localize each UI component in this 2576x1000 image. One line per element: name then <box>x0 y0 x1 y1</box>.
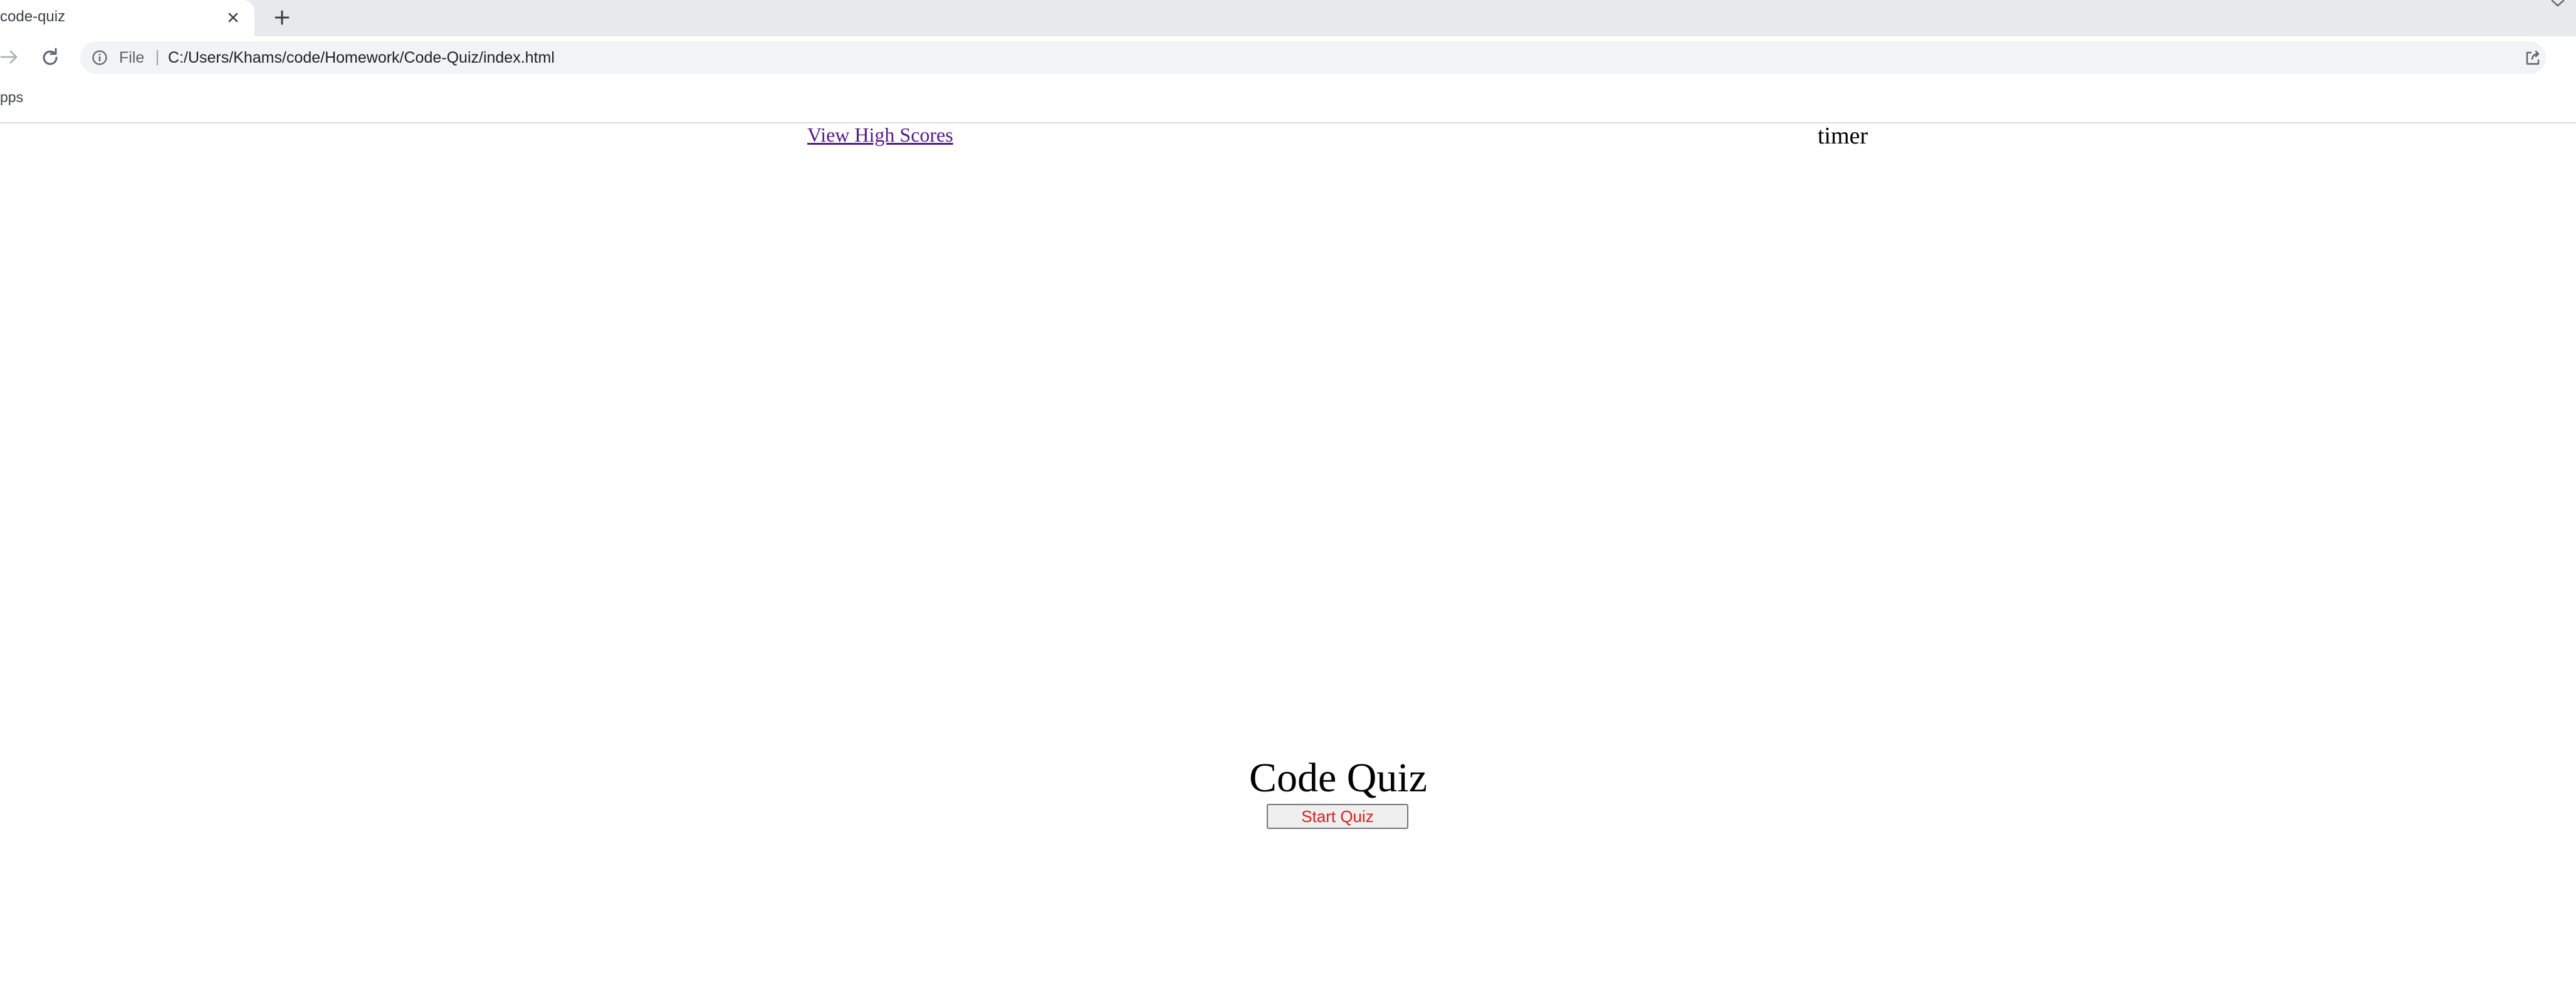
info-icon[interactable] <box>92 49 108 66</box>
tab-code-quiz[interactable]: code-quiz <box>0 0 254 36</box>
browser-chrome: code-quiz File C:/Users/Khams/code/Homew… <box>0 0 2576 123</box>
toolbar: File C:/Users/Khams/code/Homework/Code-Q… <box>0 36 2576 81</box>
chevron-down-icon[interactable] <box>2548 0 2567 9</box>
new-tab-icon[interactable] <box>270 5 295 30</box>
reload-icon[interactable] <box>39 46 61 69</box>
start-quiz-button[interactable]: Start Quiz <box>1267 804 1408 829</box>
address-bar[interactable]: File C:/Users/Khams/code/Homework/Code-Q… <box>80 41 2546 74</box>
address-divider <box>157 50 158 65</box>
url-text[interactable]: C:/Users/Khams/code/Homework/Code-Quiz/i… <box>168 49 555 67</box>
forward-arrow-icon[interactable] <box>0 46 21 68</box>
page-title: Code Quiz <box>1249 755 1428 801</box>
tab-title: code-quiz <box>0 8 66 25</box>
tab-strip: code-quiz <box>0 0 2576 36</box>
scheme-label: File <box>119 49 145 66</box>
share-icon[interactable] <box>2523 49 2542 68</box>
close-icon[interactable] <box>223 7 244 28</box>
page-content: View High Scores timer Code Quiz Start Q… <box>0 123 2576 1000</box>
bookmarks-bar: pps <box>0 81 2576 123</box>
timer-label: timer <box>1818 123 1868 149</box>
view-high-scores-link[interactable]: View High Scores <box>807 123 953 147</box>
bookmark-apps[interactable]: pps <box>0 89 23 106</box>
